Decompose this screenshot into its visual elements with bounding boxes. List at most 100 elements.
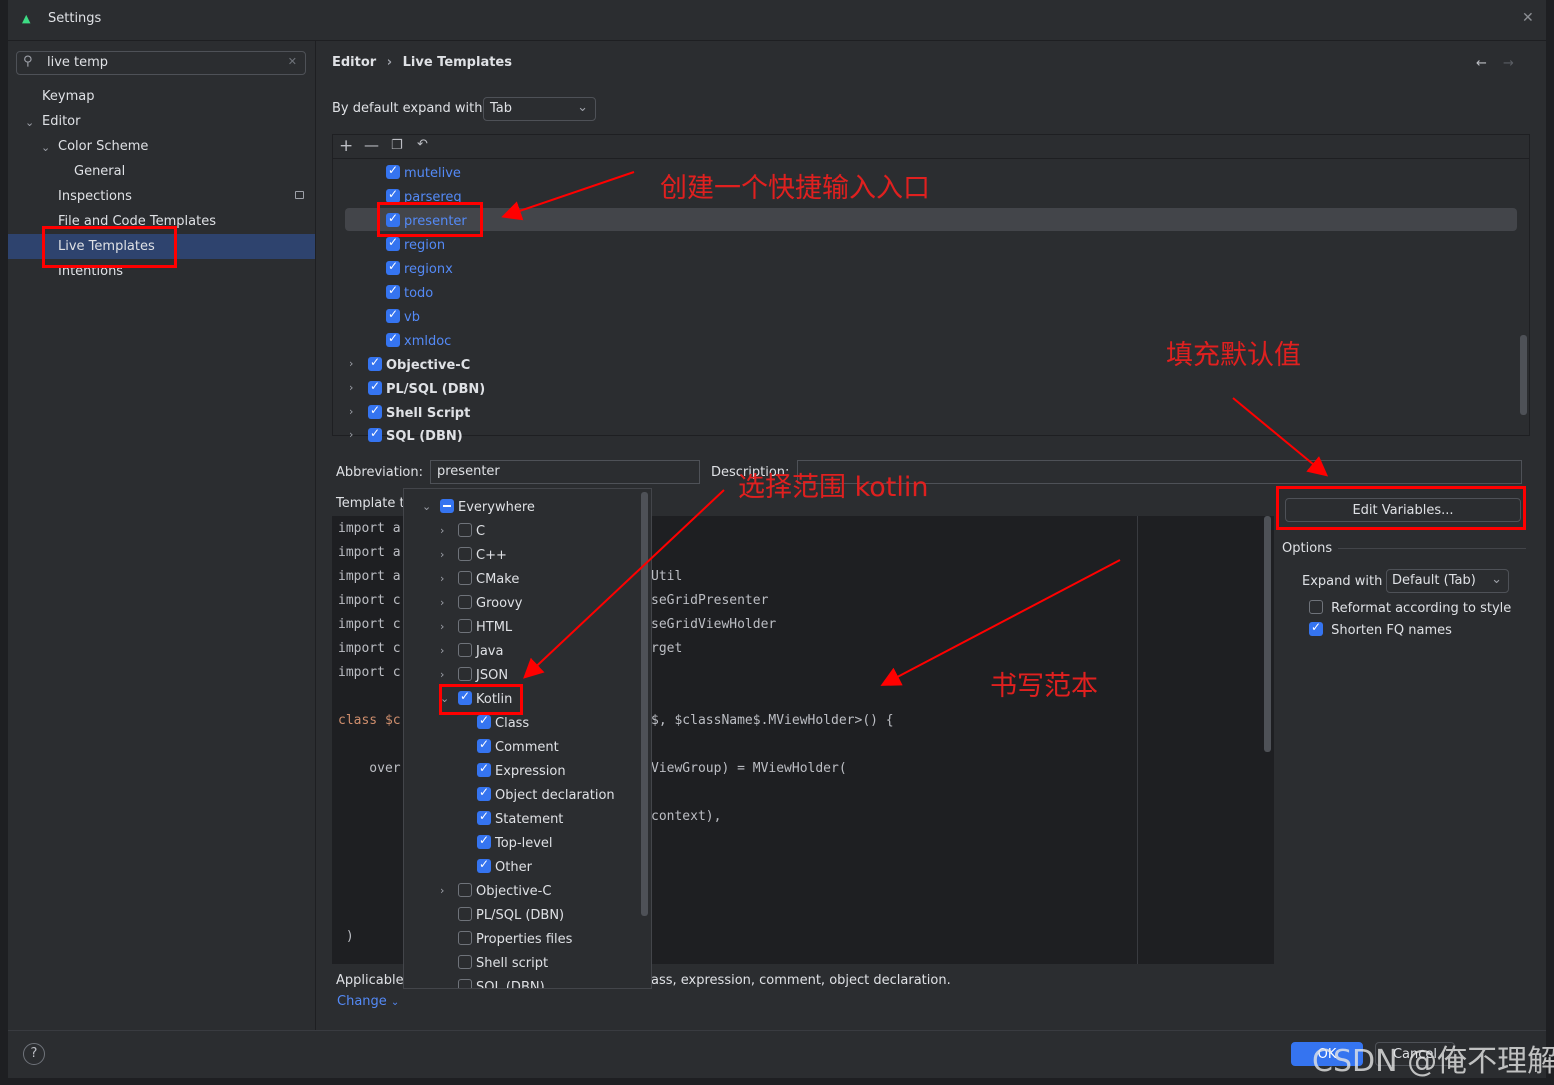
checkbox[interactable] xyxy=(458,571,472,585)
expand-select[interactable]: Tab ⌄ xyxy=(483,97,596,121)
reformat-checkbox[interactable]: Reformat according to style xyxy=(1309,600,1511,616)
abbreviation-input[interactable]: presenter xyxy=(430,460,700,484)
context-item[interactable]: SQL (DBN) xyxy=(458,979,545,988)
context-item[interactable]: Class xyxy=(477,713,529,731)
template-item[interactable]: todo xyxy=(386,283,433,301)
context-item[interactable]: PL/SQL (DBN) xyxy=(458,907,564,923)
checkbox[interactable] xyxy=(458,595,472,609)
code-line-fragment: rget xyxy=(651,641,683,656)
chevron-right-icon[interactable]: › xyxy=(349,405,353,418)
context-item[interactable]: Statement xyxy=(477,809,563,827)
checkbox[interactable] xyxy=(458,547,472,561)
checkbox[interactable] xyxy=(477,761,491,777)
context-item[interactable]: Properties files xyxy=(458,931,572,947)
checkbox[interactable] xyxy=(458,667,472,681)
sidebar-item-keymap[interactable]: Keymap xyxy=(42,89,94,104)
checkbox[interactable] xyxy=(477,713,491,729)
checkbox[interactable] xyxy=(440,499,454,513)
android-icon: ▲ xyxy=(22,12,31,25)
context-item[interactable]: Comment xyxy=(477,737,559,755)
chevron-down-icon[interactable]: ⌄ xyxy=(422,500,431,513)
chevron-right-icon[interactable]: › xyxy=(349,428,353,441)
scrollbar[interactable] xyxy=(1520,335,1527,415)
code-line-fragment: seGridPresenter xyxy=(651,593,769,608)
template-group[interactable]: Objective-C xyxy=(368,355,470,373)
chevron-right-icon[interactable]: › xyxy=(440,620,444,633)
chevron-right-icon[interactable]: › xyxy=(440,548,444,561)
template-group[interactable]: SQL (DBN) xyxy=(368,426,463,444)
back-icon[interactable]: ← xyxy=(1476,56,1487,71)
search-input[interactable]: ⚲ live temp ✕ xyxy=(16,51,306,75)
sidebar-item-inspections[interactable]: Inspections xyxy=(58,189,132,204)
template-item[interactable]: regionx xyxy=(386,259,453,277)
chevron-right-icon[interactable]: › xyxy=(440,524,444,537)
template-item[interactable]: mutelive xyxy=(386,163,461,181)
context-item[interactable]: › C++ xyxy=(440,547,507,563)
context-item[interactable]: › C xyxy=(440,523,485,539)
chevron-right-icon[interactable]: › xyxy=(349,357,353,370)
chevron-right-icon[interactable]: › xyxy=(440,884,444,897)
annotation-create: 创建一个快捷输入入口 xyxy=(660,173,930,204)
checkbox[interactable] xyxy=(458,955,472,969)
checkbox[interactable] xyxy=(458,883,472,897)
sidebar-item-color-scheme[interactable]: Color Scheme xyxy=(58,139,148,154)
checkbox[interactable] xyxy=(458,619,472,633)
sidebar-item-editor[interactable]: Editor xyxy=(42,114,80,129)
help-button[interactable]: ? xyxy=(23,1043,45,1065)
undo-icon[interactable]: ↶ xyxy=(417,137,428,152)
template-group[interactable]: PL/SQL (DBN) xyxy=(368,379,485,397)
context-item[interactable]: Other xyxy=(477,857,532,875)
change-context-link[interactable]: Change ⌄ xyxy=(337,994,399,1009)
sidebar-item-general[interactable]: General xyxy=(74,164,125,179)
checkbox[interactable] xyxy=(477,833,491,849)
checkbox[interactable] xyxy=(477,737,491,753)
remove-icon[interactable]: — xyxy=(364,136,379,154)
chevron-right-icon[interactable]: › xyxy=(440,668,444,681)
context-item[interactable]: Shell script xyxy=(458,955,548,971)
chevron-right-icon[interactable]: › xyxy=(349,381,353,394)
breadcrumb-parent[interactable]: Editor xyxy=(332,55,376,70)
checkbox[interactable] xyxy=(477,809,491,825)
checkbox[interactable] xyxy=(458,979,472,988)
divider xyxy=(8,1030,1546,1031)
template-item[interactable]: xmldoc xyxy=(386,331,451,349)
context-item[interactable]: › Objective-C xyxy=(440,883,551,899)
context-item-label: Java xyxy=(476,644,504,659)
checkbox[interactable] xyxy=(458,907,472,921)
close-icon[interactable]: ✕ xyxy=(1522,10,1534,26)
add-icon[interactable]: + xyxy=(339,136,353,156)
context-item-label: C++ xyxy=(476,548,507,563)
checkbox[interactable] xyxy=(458,643,472,657)
chevron-down-icon[interactable]: ⌄ xyxy=(41,141,50,154)
context-item[interactable]: › Groovy xyxy=(440,595,522,611)
popup-scrollbar[interactable] xyxy=(641,492,648,916)
context-item[interactable]: Expression xyxy=(477,761,566,779)
chevron-right-icon[interactable]: › xyxy=(440,572,444,585)
chevron-down-icon[interactable]: ⌄ xyxy=(25,116,34,129)
context-item[interactable]: › Java xyxy=(440,643,504,659)
expand-with-select[interactable]: Default (Tab) ⌄ xyxy=(1386,569,1509,593)
editor-scrollbar[interactable] xyxy=(1264,516,1271,752)
context-item[interactable]: › JSON xyxy=(440,667,508,683)
template-item[interactable]: vb xyxy=(386,307,420,325)
chevron-right-icon[interactable]: › xyxy=(440,596,444,609)
template-item[interactable]: region xyxy=(386,235,445,253)
checkbox[interactable] xyxy=(477,857,491,873)
chevron-right-icon[interactable]: › xyxy=(440,644,444,657)
checkbox[interactable] xyxy=(458,523,472,537)
checkbox[interactable] xyxy=(458,931,472,945)
expand-value: Tab xyxy=(490,101,513,116)
forward-icon[interactable]: → xyxy=(1503,56,1514,71)
shorten-fq-checkbox[interactable]: Shorten FQ names xyxy=(1309,620,1452,638)
context-item[interactable]: › CMake xyxy=(440,571,519,587)
context-item[interactable]: Top-level xyxy=(477,833,553,851)
clear-icon[interactable]: ✕ xyxy=(288,55,297,68)
context-item[interactable]: ⌄ Everywhere xyxy=(422,499,535,515)
context-item[interactable]: › HTML xyxy=(440,619,512,635)
checkbox[interactable] xyxy=(477,785,491,801)
context-item-label: SQL (DBN) xyxy=(476,980,545,988)
context-item[interactable]: Object declaration xyxy=(477,785,615,803)
copy-icon[interactable]: ❐ xyxy=(391,138,403,153)
template-group[interactable]: Shell Script xyxy=(368,403,470,421)
expand-with-label: Expand with xyxy=(1302,574,1383,589)
